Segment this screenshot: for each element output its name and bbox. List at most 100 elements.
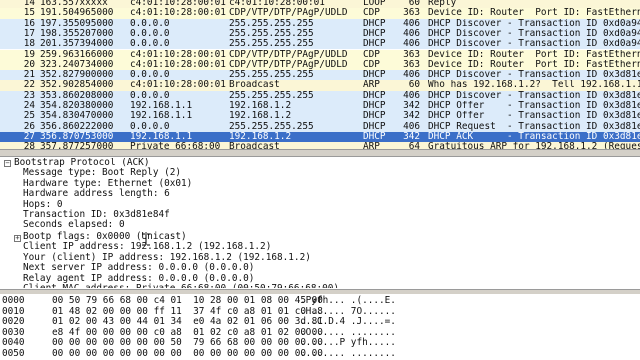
packet-length: 406 <box>403 121 420 132</box>
packet-protocol: ARP <box>363 80 380 91</box>
packet-bytes-pane[interactable]: 0000 00 50 79 66 68 00 c4 01 10 28 00 01 … <box>0 294 640 360</box>
packet-row[interactable]: 20 323.240734000 c4:01:10:28:00:01 CDP/VTP/… <box>0 59 640 71</box>
packet-destination: 192.168.1.2 <box>229 111 292 122</box>
packet-info: DHCP ACK - Transaction ID 0x3d81e84f <box>428 131 640 142</box>
packet-length: 342 <box>403 131 420 142</box>
packet-length: 363 <box>403 49 420 60</box>
packet-destination: 255.255.255.255 <box>229 121 314 132</box>
hex-bytes: 00 00 00 00 00 00 00 50 79 66 68 00 00 0… <box>52 337 323 348</box>
packet-row[interactable]: 27 356.870753000 192.168.1.1 192.168.1.2 DHC… <box>0 131 640 143</box>
packet-protocol: LOOP <box>363 0 386 8</box>
pane-splitter-top[interactable] <box>0 149 640 157</box>
hex-bytes: 00 50 79 66 68 00 c4 01 10 28 00 01 08 0… <box>52 295 323 306</box>
expand-icon[interactable]: + <box>14 234 21 242</box>
packet-time: 198.355207000 <box>40 28 114 39</box>
packet-number: 14 <box>23 0 35 8</box>
hex-offset: 0000 <box>2 295 25 306</box>
packet-row[interactable]: 26 356.860222000 0.0.0.0 255.255.255.255 DHC… <box>0 121 640 132</box>
packet-row[interactable]: 15 191.504965000 c4:01:10:28:00:01 CDP/VTP/… <box>0 8 640 19</box>
packet-length: 363 <box>403 59 420 70</box>
packet-time: 352.827900000 <box>40 70 114 81</box>
packet-info: DHCP Discover - Transaction ID 0xd0a9495… <box>428 28 640 39</box>
packet-row[interactable]: 16 197.355095000 0.0.0.0 255.255.255.255 DHC… <box>0 18 640 29</box>
packet-protocol: DHCP <box>363 70 386 81</box>
packet-source: 0.0.0.0 <box>130 121 170 132</box>
packet-info: Device ID: Router Port ID: FastEthernet0… <box>428 49 640 60</box>
packet-time: 201.357394000 <box>40 39 114 50</box>
packet-length: 406 <box>403 70 420 81</box>
packet-time: 356.860222000 <box>40 121 114 132</box>
packet-protocol: CDP <box>363 8 380 19</box>
text-cursor-icon <box>142 233 150 246</box>
packet-details-pane[interactable]: − Bootstrap Protocol (ACK) Message type:… <box>0 158 640 288</box>
packet-info: DHCP Discover - Transaction ID 0xd0a9495… <box>428 18 640 29</box>
packet-number: 20 <box>23 59 35 70</box>
collapse-icon[interactable]: − <box>4 160 11 167</box>
packet-row[interactable]: 28 357.877257000 Private_66:68:00 Broadcast… <box>0 142 640 149</box>
packet-protocol: DHCP <box>363 101 386 111</box>
packet-time: 259.963166000 <box>40 49 114 60</box>
packet-row[interactable]: 21 352.827900000 0.0.0.0 255.255.255.255 DHC… <box>0 70 640 81</box>
packet-number: 16 <box>23 18 35 29</box>
hex-ascii: .Pyfh... .(....E. <box>300 295 396 306</box>
packet-number: 23 <box>23 90 35 101</box>
packet-time: 356.870753000 <box>40 131 114 142</box>
packet-row[interactable]: 23 353.860208000 0.0.0.0 255.255.255.255 DHC… <box>0 90 640 101</box>
packet-info: Who has 192.168.1.2? Tell 192.168.1.1 <box>428 80 640 91</box>
packet-row[interactable]: 19 259.963166000 c4:01:10:28:00:01 CDP/VTP/… <box>0 49 640 60</box>
packet-number: 22 <box>23 80 35 91</box>
packet-destination: 255.255.255.255 <box>229 28 314 39</box>
packet-time: 353.860208000 <box>40 90 114 101</box>
packet-row[interactable]: 17 198.355207000 0.0.0.0 255.255.255.255 DHC… <box>0 28 640 40</box>
packet-time: 197.355095000 <box>40 18 114 29</box>
packet-number: 27 <box>23 131 35 142</box>
packet-info: DHCP Offer - Transaction ID 0x3d81e84f <box>428 111 640 122</box>
packet-source: c4:01:10:28:00:01 <box>130 49 226 60</box>
packet-row[interactable]: 14 163.557xxxxx c4:01:10:28:00:01 c4:01:10:… <box>0 0 640 9</box>
packet-number: 24 <box>23 101 35 111</box>
packet-length: 406 <box>403 90 420 101</box>
packet-time: 352.902854000 <box>40 80 114 91</box>
packet-info: Device ID: Router Port ID: FastEthernet0… <box>428 8 640 19</box>
packet-protocol: DHCP <box>363 39 386 50</box>
packet-length: 60 <box>408 0 420 8</box>
packet-row[interactable]: 24 354.820380000 192.168.1.1 192.168.1.2 DHC… <box>0 101 640 112</box>
packet-number: 19 <box>23 49 35 60</box>
packet-number: 25 <box>23 111 35 122</box>
packet-info: Device ID: Router Port ID: FastEthernet0… <box>428 59 640 70</box>
packet-row[interactable]: 22 352.902854000 c4:01:10:28:00:01 Broadcas… <box>0 80 640 91</box>
hex-ascii: ........ ........ <box>300 347 396 359</box>
packet-length: 64 <box>408 142 420 149</box>
packet-length: 60 <box>408 80 420 91</box>
packet-protocol: ARP <box>363 142 380 149</box>
packet-info: DHCP Discover - Transaction ID 0x3d81e84… <box>428 70 640 81</box>
packet-destination: Broadcast <box>229 80 280 91</box>
packet-info: DHCP Offer - Transaction ID 0x3d81e84f <box>428 101 640 111</box>
packet-row[interactable]: 18 201.357394000 0.0.0.0 255.255.255.255 DHC… <box>0 39 640 50</box>
packet-source: c4:01:10:28:00:01 <box>130 59 226 70</box>
packet-source: 0.0.0.0 <box>130 18 170 29</box>
detail-field[interactable]: Seconds elapsed: 0 <box>23 219 125 230</box>
packet-number: 17 <box>23 28 35 39</box>
packet-protocol: DHCP <box>363 18 386 29</box>
packet-time: 354.820380000 <box>40 101 114 111</box>
hex-offset: 0050 <box>2 347 25 359</box>
packet-destination: CDP/VTP/DTP/PAgP/UDLD <box>229 8 348 19</box>
hex-ascii: .......P yfh..... <box>300 337 396 348</box>
packet-source: 192.168.1.1 <box>130 111 193 122</box>
packet-length: 406 <box>403 28 420 39</box>
packet-source: c4:01:10:28:00:01 <box>130 8 226 19</box>
packet-source: 0.0.0.0 <box>130 28 170 39</box>
packet-protocol: DHCP <box>363 111 386 122</box>
packet-row[interactable]: 25 354.830470000 192.168.1.1 192.168.1.2 DHC… <box>0 111 640 122</box>
packet-time: 191.504965000 <box>40 8 114 19</box>
hex-bytes: 00 00 00 00 00 00 00 00 00 00 00 00 00 0… <box>52 347 323 359</box>
packet-info: Gratuitous ARP for 192.168.1.2 (Request) <box>428 142 640 149</box>
packet-destination: 255.255.255.255 <box>229 90 314 101</box>
detail-field[interactable]: Client MAC address: Private_66:68:00 (00… <box>23 283 339 288</box>
packet-protocol: DHCP <box>363 90 386 101</box>
packet-number: 26 <box>23 121 35 132</box>
packet-list-pane[interactable]: 14 163.557xxxxx c4:01:10:28:00:01 c4:01:10:… <box>0 0 640 149</box>
packet-destination: CDP/VTP/DTP/PAgP/UDLD <box>229 59 348 70</box>
packet-protocol: DHCP <box>363 28 386 39</box>
